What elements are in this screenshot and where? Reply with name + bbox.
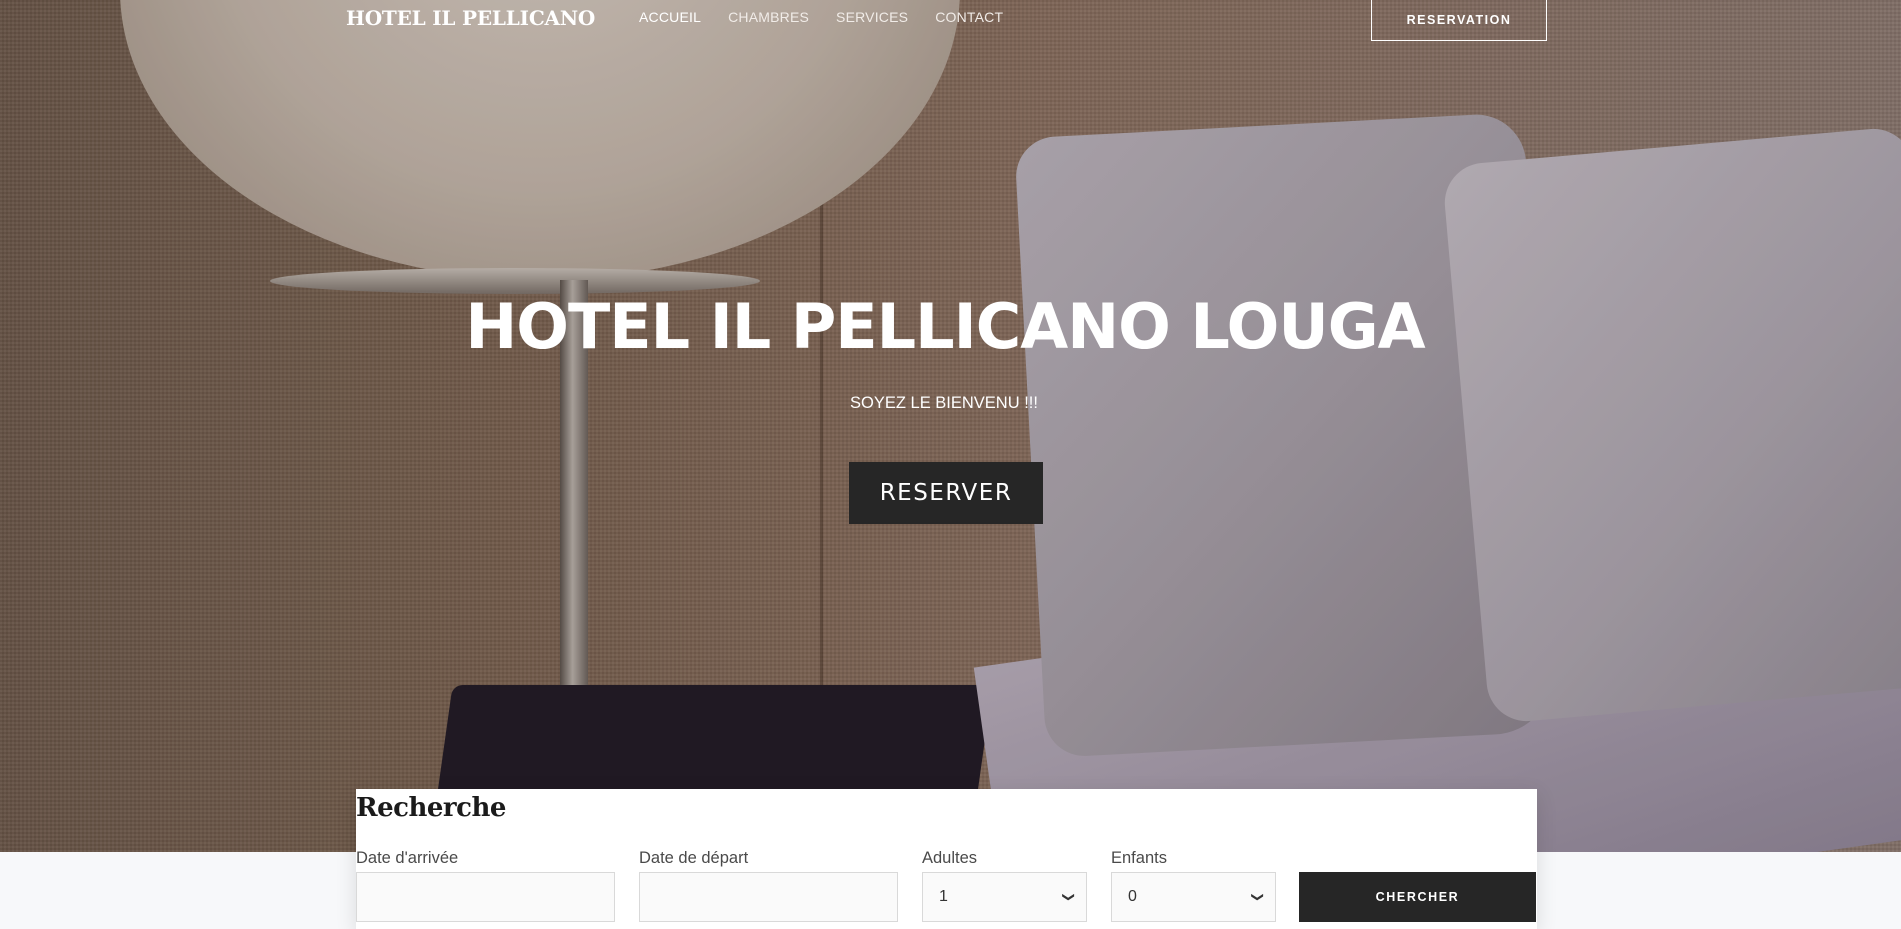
adults-select-value: 1: [939, 888, 948, 905]
chevron-down-icon: ❯: [1061, 891, 1076, 903]
search-card: Recherche Date d'arrivée Date de départ …: [356, 789, 1537, 929]
children-select[interactable]: 0 ❯: [1111, 872, 1276, 922]
nav-item-chambres[interactable]: CHAMBRES: [728, 9, 809, 25]
arrival-date-input[interactable]: [356, 872, 615, 922]
adults-label: Adultes: [922, 849, 978, 867]
nav-item-accueil[interactable]: ACCUEIL: [639, 9, 701, 25]
search-button[interactable]: CHERCHER: [1299, 872, 1536, 922]
search-title: Recherche: [356, 793, 506, 823]
hero-section: HOTEL IL PELLICANO ACCUEIL CHAMBRES SERV…: [0, 0, 1901, 852]
nav-item-contact[interactable]: CONTACT: [935, 9, 1003, 25]
site-logo[interactable]: HOTEL IL PELLICANO: [346, 6, 595, 30]
main-nav: ACCUEIL CHAMBRES SERVICES CONTACT: [639, 9, 1003, 25]
departure-date-label: Date de départ: [639, 849, 749, 867]
hero-title: HOTEL IL PELLICANO LOUGA: [465, 290, 1425, 363]
departure-date-input[interactable]: [639, 872, 898, 922]
reservation-button[interactable]: RESERVATION: [1371, 0, 1547, 41]
arrival-date-label: Date d'arrivée: [356, 849, 459, 867]
hero-subtitle: SOYEZ LE BIENVENU !!!: [850, 394, 1038, 412]
hero-overlay: [0, 0, 1901, 852]
nav-item-services[interactable]: SERVICES: [836, 9, 908, 25]
children-select-value: 0: [1128, 888, 1137, 905]
chevron-down-icon: ❯: [1250, 891, 1265, 903]
reserver-button[interactable]: RESERVER: [849, 462, 1043, 524]
children-label: Enfants: [1111, 849, 1167, 867]
adults-select[interactable]: 1 ❯: [922, 872, 1087, 922]
